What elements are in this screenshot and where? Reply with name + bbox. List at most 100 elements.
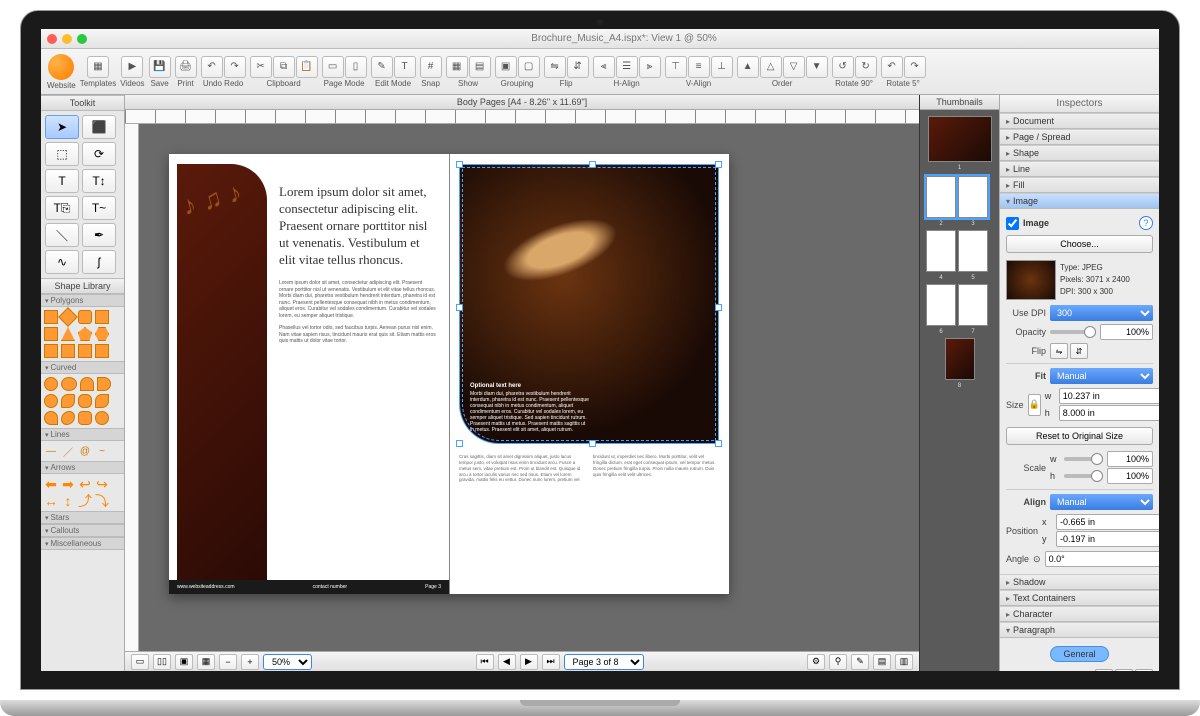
stars-section[interactable]: Stars — [41, 511, 124, 524]
resize-handle-nw[interactable] — [456, 161, 463, 168]
thumbnail-4[interactable]: 4 — [926, 230, 956, 272]
align-select[interactable]: Manual — [1050, 494, 1153, 510]
size-h-input[interactable] — [1059, 405, 1159, 421]
page-columns[interactable]: Cras sagittis, diam sit amet dignissim a… — [459, 454, 719, 483]
save-button[interactable]: 💾 — [149, 56, 171, 78]
flip-v-button[interactable]: ⇵ — [1070, 343, 1088, 359]
size-lock-button[interactable]: 🔒 — [1028, 394, 1041, 416]
valign-t-button[interactable]: ⊤ — [665, 56, 687, 78]
shape-spiral[interactable]: @ — [78, 444, 92, 458]
shape-poly2[interactable] — [78, 344, 92, 358]
shape-section[interactable]: Shape — [1000, 145, 1159, 161]
align-left-button[interactable]: ≡ — [1095, 669, 1113, 671]
shape-arrow-bent[interactable]: ⤴ — [78, 494, 92, 508]
shape-heart[interactable] — [61, 411, 75, 425]
page-spread-section[interactable]: Page / Spread — [1000, 129, 1159, 145]
text-tool[interactable]: T — [45, 169, 79, 193]
rotate90-ccw-button[interactable]: ↺ — [832, 56, 854, 78]
thumbnail-8[interactable]: 8 — [945, 338, 975, 380]
zoom-select[interactable]: 50% — [263, 654, 312, 670]
thumbnail-3[interactable]: 3 — [958, 176, 988, 218]
resize-handle-e[interactable] — [715, 304, 722, 311]
path-text-tool[interactable]: T~ — [82, 196, 116, 220]
window-close-button[interactable] — [47, 34, 57, 44]
shape-oct[interactable] — [44, 344, 58, 358]
text-containers-section[interactable]: Text Containers — [1000, 590, 1159, 606]
halign-c-button[interactable]: ☰ — [616, 56, 638, 78]
fill-section[interactable]: Fill — [1000, 177, 1159, 193]
shape-egg[interactable] — [78, 394, 92, 408]
group-button[interactable]: ▣ — [495, 56, 517, 78]
shape-arrow-l[interactable]: ⬅ — [44, 477, 58, 491]
shape-ring[interactable] — [44, 394, 58, 408]
resize-handle-n[interactable] — [589, 161, 596, 168]
right-page[interactable]: Optional text here Morbi diam dui, phare… — [449, 154, 729, 594]
reset-size-button[interactable]: Reset to Original Size — [1006, 427, 1153, 445]
thumbnail-1[interactable]: 1 — [928, 116, 992, 162]
opt-1-button[interactable]: ⚙ — [807, 654, 825, 670]
redo-button[interactable]: ↷ — [224, 56, 246, 78]
shape-leaf[interactable] — [95, 394, 109, 408]
shape-halfcircle[interactable] — [80, 377, 94, 391]
direct-select-tool[interactable]: ⬛ — [82, 115, 116, 139]
page-first-button[interactable]: ⏮ — [476, 654, 494, 670]
shape-arrow-bent2[interactable]: ⤵ — [95, 494, 109, 508]
templates-button[interactable]: ▦ — [87, 56, 109, 78]
flip-h-button[interactable]: ⇋ — [544, 56, 566, 78]
scale-w-slider[interactable] — [1064, 457, 1103, 461]
copy-button[interactable]: ⧉ — [273, 56, 295, 78]
pen-tool[interactable]: ✒ — [82, 223, 116, 247]
opt-5-button[interactable]: ▥ — [895, 654, 913, 670]
thumbnail-6[interactable]: 6 — [926, 284, 956, 326]
window-zoom-button[interactable] — [77, 34, 87, 44]
resize-handle-ne[interactable] — [715, 161, 722, 168]
page-spread[interactable]: Lorem ipsum dolor sit amet, consectetur … — [169, 154, 729, 594]
flip-v-button[interactable]: ⇵ — [567, 56, 589, 78]
dpi-select[interactable]: 300 — [1050, 305, 1153, 321]
shape-cloud[interactable] — [78, 411, 92, 425]
opt-4-button[interactable]: ▤ — [873, 654, 891, 670]
shape-roundrect[interactable] — [78, 310, 92, 324]
shadow-section[interactable]: Shadow — [1000, 574, 1159, 590]
page-body-2[interactable]: Phasellus vel tortor odio, sed faucibus … — [279, 325, 437, 345]
thumbnail-5[interactable]: 5 — [958, 230, 988, 272]
curved-section[interactable]: Curved — [41, 361, 124, 374]
view-facing-button[interactable]: ▯▯ — [153, 654, 171, 670]
scale-h-input[interactable] — [1107, 468, 1154, 484]
paste-button[interactable]: 📋 — [296, 56, 318, 78]
resize-handle-se[interactable] — [715, 440, 722, 447]
flip-h-button[interactable]: ⇋ — [1050, 343, 1068, 359]
thumbnail-7[interactable]: 7 — [958, 284, 988, 326]
opt-3-button[interactable]: ✎ — [851, 654, 869, 670]
pos-x-input[interactable] — [1056, 514, 1159, 530]
show-1-button[interactable]: ▦ — [446, 56, 468, 78]
shape-arrow-r[interactable]: ➡ — [61, 477, 75, 491]
shape-blob[interactable] — [61, 394, 75, 408]
pagemode-2-button[interactable]: ▯ — [345, 56, 367, 78]
shape-diamond[interactable] — [58, 307, 78, 327]
paragraph-section[interactable]: Paragraph — [1000, 622, 1159, 638]
page-body-1[interactable]: Lorem ipsum dolor sit amet, consectetur … — [279, 280, 437, 319]
zoom-in-button[interactable]: + — [241, 654, 259, 670]
polygons-section[interactable]: Polygons — [41, 294, 124, 307]
line-section[interactable]: Line — [1000, 161, 1159, 177]
lines-section[interactable]: Lines — [41, 428, 124, 441]
valign-m-button[interactable]: ≡ — [688, 56, 710, 78]
align-right-button[interactable]: ≡ — [1135, 669, 1153, 671]
shape-circle[interactable] — [44, 377, 58, 391]
shape-pentagon[interactable] — [78, 327, 92, 341]
music-graphic[interactable] — [177, 164, 267, 594]
select-tool[interactable]: ➤ — [45, 115, 79, 139]
page-select[interactable]: Page 3 of 8 — [564, 654, 644, 670]
shape-hexagon[interactable] — [95, 327, 109, 341]
choose-image-button[interactable]: Choose... — [1006, 235, 1153, 253]
shape-triangle[interactable] — [61, 327, 75, 341]
transform-tool[interactable]: ⬚ — [45, 142, 79, 166]
website-button[interactable] — [48, 54, 74, 80]
page-last-button[interactable]: ⏭ — [542, 654, 560, 670]
print-button[interactable]: 🖨 — [175, 56, 197, 78]
callouts-section[interactable]: Callouts — [41, 524, 124, 537]
curve-tool[interactable]: ∿ — [45, 250, 79, 274]
character-section[interactable]: Character — [1000, 606, 1159, 622]
image-help-button[interactable]: ? — [1139, 216, 1153, 230]
